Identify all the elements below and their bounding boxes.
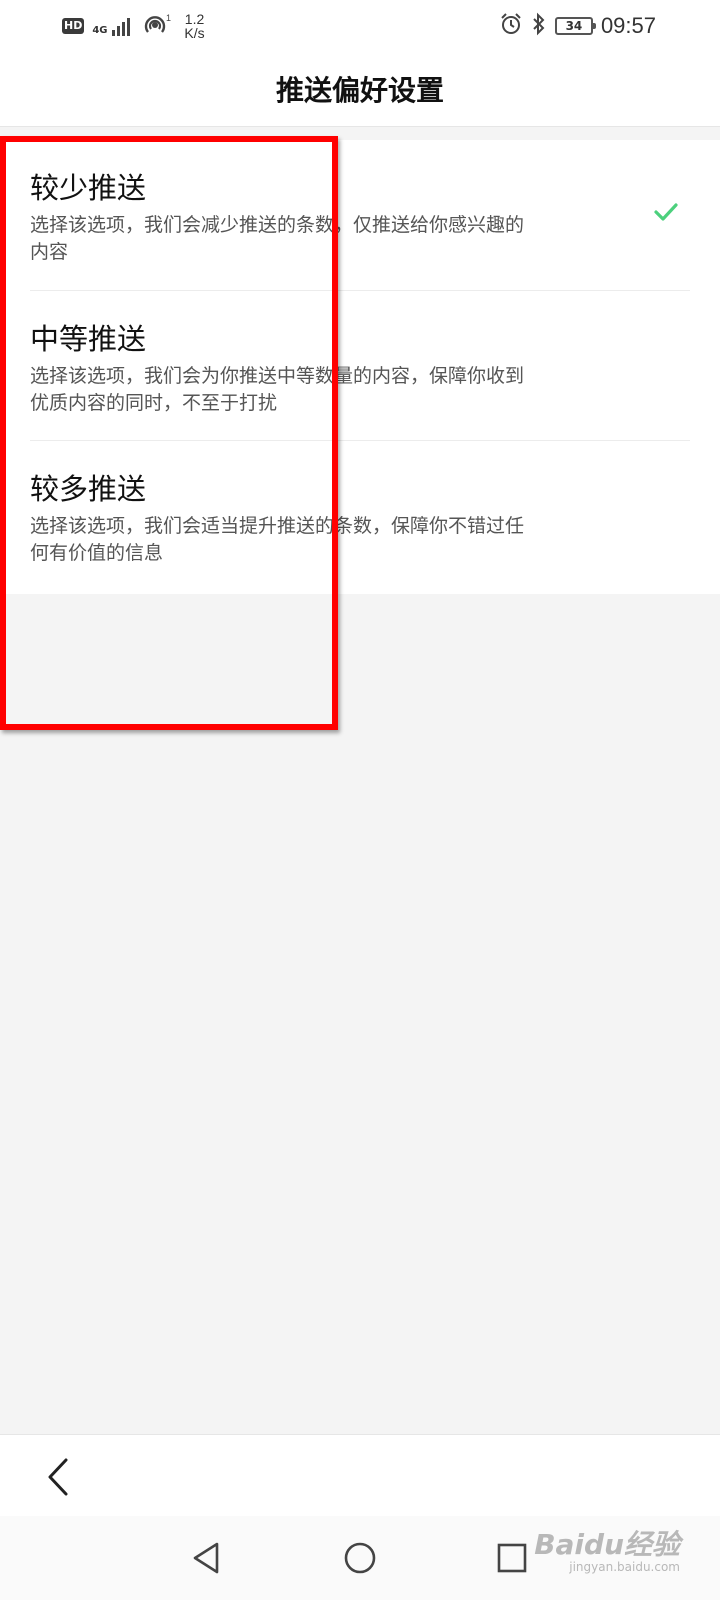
chevron-left-icon [48,1458,68,1496]
bottom-toolbar [0,1434,720,1517]
option-medium-push[interactable]: 中等推送 选择该选项，我们会为你推送中等数量的内容，保障你收到优质内容的同时，不… [30,290,690,440]
option-more-push[interactable]: 较多推送 选择该选项，我们会适当提升推送的条数，保障你不错过任何有价值的信息 [30,440,690,590]
svg-text:1: 1 [166,13,171,23]
option-title: 中等推送 [30,322,147,356]
hotspot-icon: 1 [142,12,172,40]
watermark-brand: Baidu经验 [534,1528,680,1561]
speed-unit: K/s [184,25,205,41]
network-type: 4G [92,25,108,36]
clock: 09:57 [600,13,656,38]
battery-icon: 34 [554,17,596,35]
nav-back-button[interactable] [184,1536,228,1580]
options-list: 较少推送 选择该选项，我们会减少推送的条数，仅推送给你感兴趣的内容 中等推送 选… [0,140,720,594]
battery-level: 34 [565,19,583,33]
option-description: 选择该选项，我们会为你推送中等数量的内容，保障你收到优质内容的同时，不至于打扰 [30,365,525,414]
option-title: 较少推送 [30,171,147,205]
square-recent-icon [497,1543,527,1573]
triangle-back-icon [193,1542,219,1574]
option-less-push[interactable]: 较少推送 选择该选项，我们会减少推送的条数，仅推送给你感兴趣的内容 [30,140,690,290]
hd-badge: HD [62,18,85,34]
bluetooth-icon [531,12,547,40]
circle-home-icon [344,1542,376,1574]
nav-recent-button[interactable] [490,1536,534,1580]
page-title: 推送偏好设置 [275,74,444,107]
speed-value: 1.2 [184,11,205,27]
check-icon [654,203,678,221]
status-bar: HD 4G 1 1.2 K/s 34 09:57 [0,0,720,52]
option-title: 较多推送 [30,472,147,506]
nav-home-button[interactable] [338,1536,382,1580]
watermark-site: jingyan.baidu.com [569,1560,680,1574]
signal-icon: 4G [92,16,133,36]
alarm-icon [499,12,523,40]
watermark: Baidu经验 jingyan.baidu.com [534,1528,680,1575]
status-left: HD 4G 1 1.2 K/s [62,10,210,42]
network-speed: 1.2 K/s [180,12,210,40]
page-header: 推送偏好设置 [0,52,720,127]
status-right: 34 09:57 [499,10,656,42]
back-button[interactable] [38,1453,78,1501]
option-description: 选择该选项，我们会适当提升推送的条数，保障你不错过任何有价值的信息 [30,515,525,564]
option-description: 选择该选项，我们会减少推送的条数，仅推送给你感兴趣的内容 [30,214,525,263]
